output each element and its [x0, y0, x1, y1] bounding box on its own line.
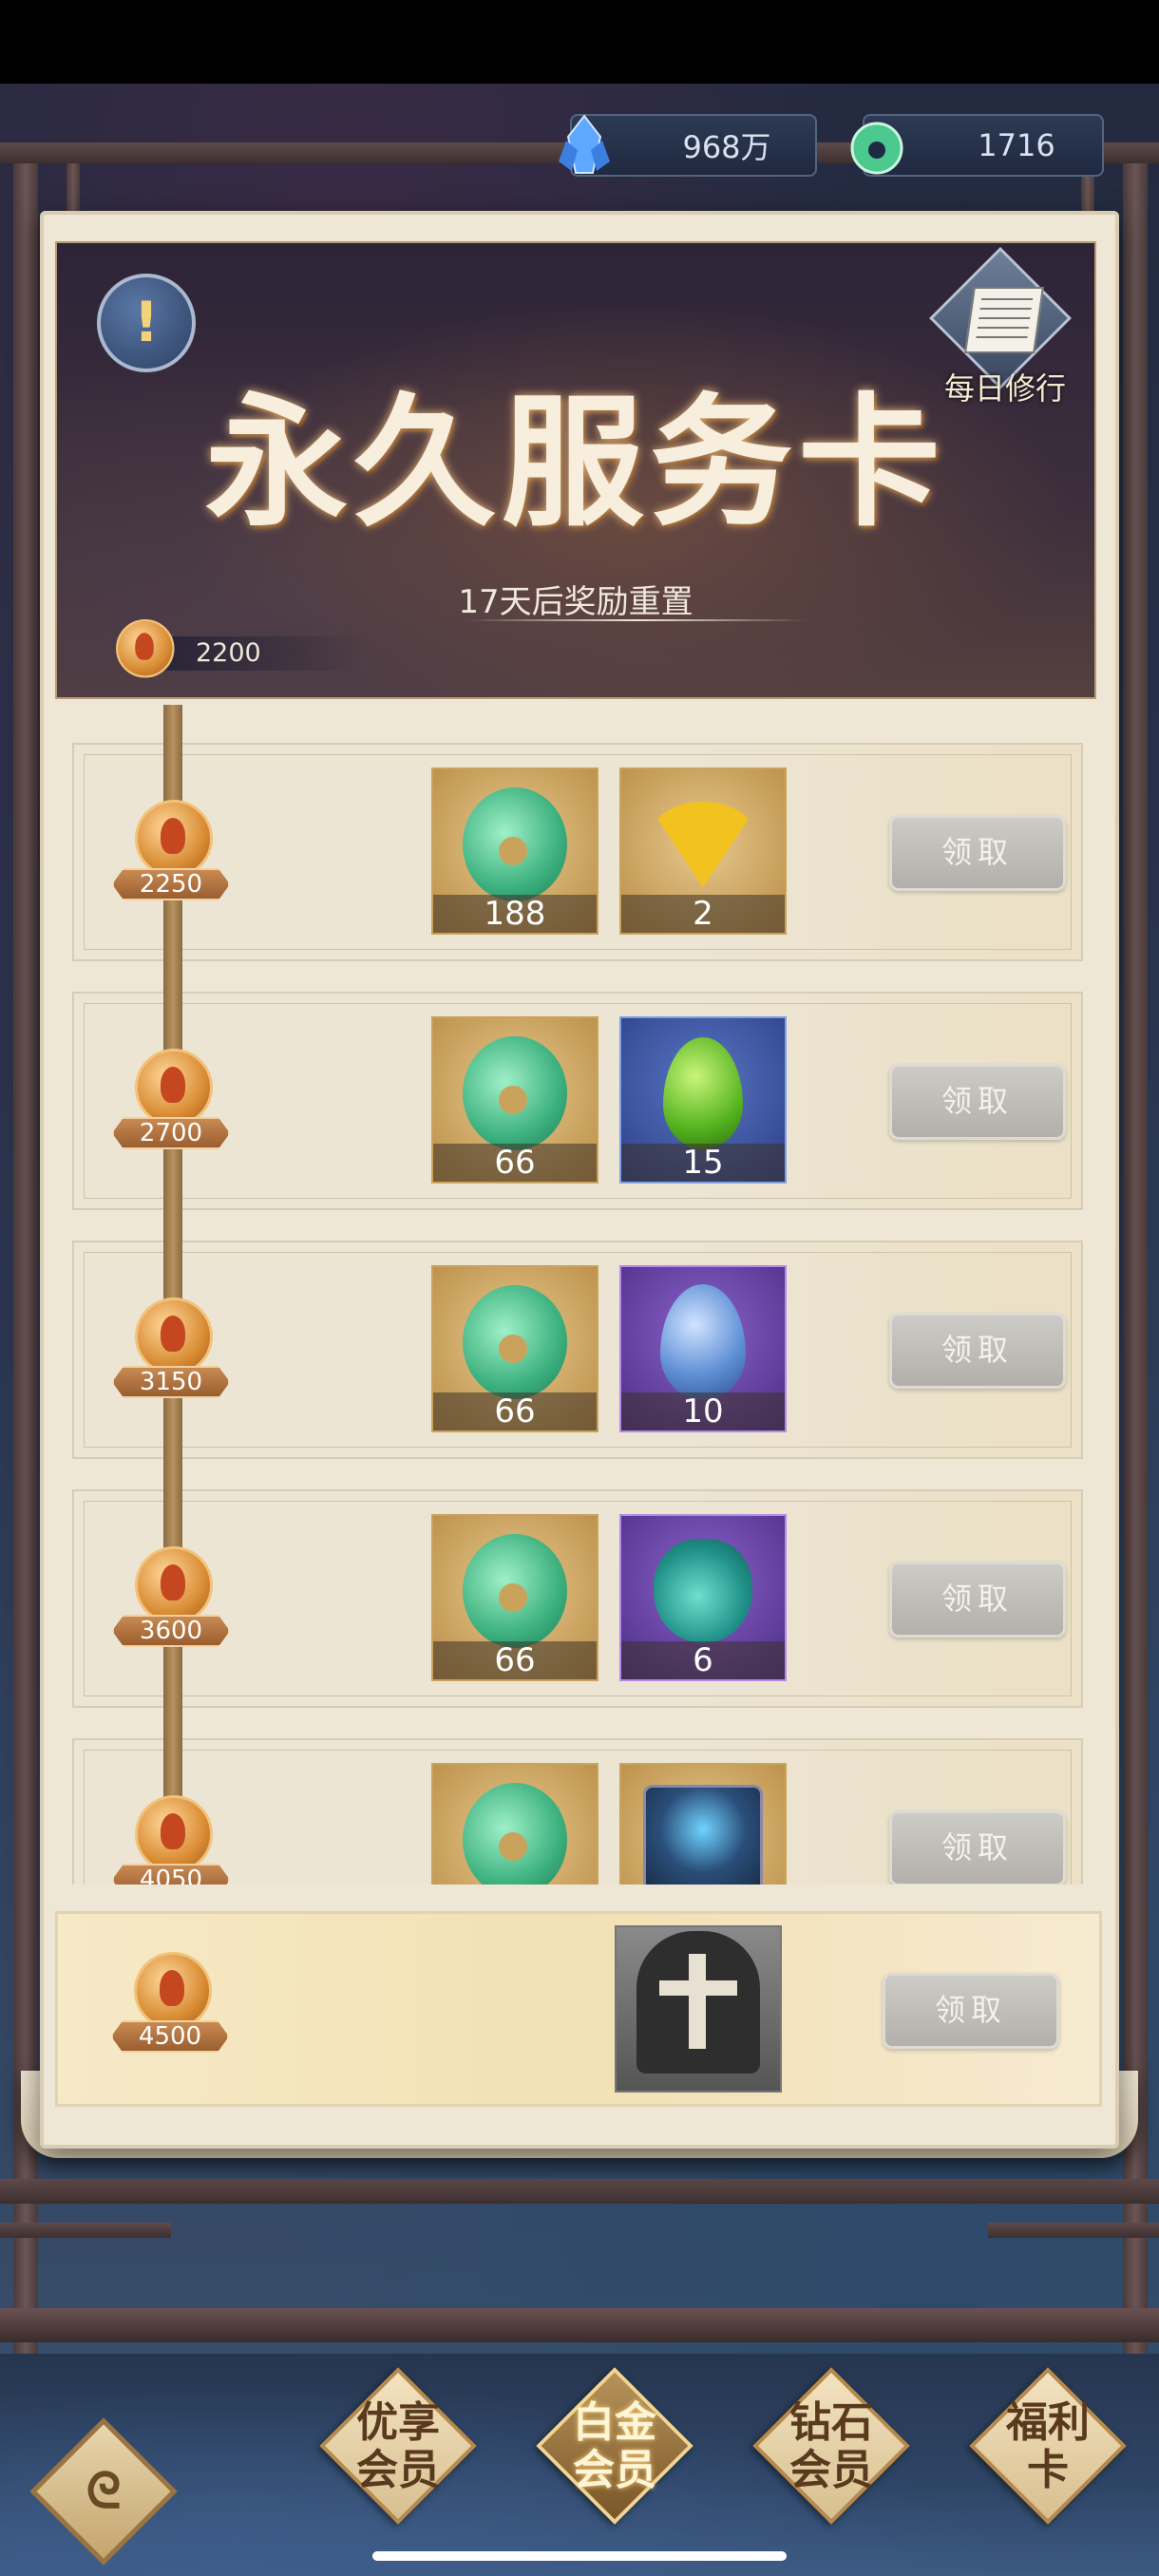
spirit-stone-icon — [660, 1284, 746, 1401]
reset-countdown: 17天后奖励重置 — [458, 583, 694, 621]
reward-item[interactable]: 2 — [619, 767, 787, 935]
final-reward-row: 4500 领取 — [55, 1911, 1102, 2107]
tab-label: 白金 会员 — [573, 2398, 656, 2494]
reward-item[interactable] — [615, 1925, 782, 2093]
milestone-threshold: 3150 — [112, 1366, 230, 1398]
reward-item[interactable]: 66 — [431, 1016, 598, 1184]
green-egg-icon — [663, 1037, 743, 1150]
frame-beam-bottom — [0, 2179, 1159, 2204]
book-icon — [964, 287, 1044, 353]
reward-item[interactable]: 6 — [619, 1514, 787, 1681]
medal-icon — [135, 1546, 213, 1624]
tab-label: 优享 会员 — [356, 2398, 440, 2494]
reward-item[interactable]: 66 — [431, 1265, 598, 1432]
claim-button[interactable]: 领取 — [889, 815, 1066, 891]
reward-item[interactable] — [431, 1763, 598, 1885]
claim-button[interactable]: 领取 — [889, 1562, 1066, 1638]
daily-practice-button[interactable]: 每日修行 — [929, 247, 1072, 412]
milestone-threshold: 3600 — [112, 1615, 230, 1647]
medal-icon — [135, 800, 213, 878]
tab-label: 福利卡 — [1006, 2398, 1090, 2494]
item-quantity: 15 — [621, 1144, 785, 1182]
jade-icon — [463, 1036, 567, 1151]
milestone-medal: 2250 — [112, 800, 230, 904]
medal-icon — [135, 1297, 213, 1375]
item-quantity: 6 — [621, 1641, 785, 1679]
claim-button[interactable]: 领取 — [883, 1973, 1059, 2049]
item-quantity: 188 — [433, 895, 597, 933]
tab-label: 钻石 会员 — [789, 2398, 873, 2494]
jade-icon — [463, 1285, 567, 1400]
milestone-medal: 4500 — [111, 1952, 229, 2056]
frame-post-right — [1123, 142, 1148, 2356]
silhouette-character-icon — [636, 1931, 760, 2074]
jade-icon — [463, 787, 567, 902]
jade-icon — [850, 122, 903, 175]
reward-list[interactable]: 188 2 领取 66 15 领取 66 10 领取 66 6 领取 领取 22… — [55, 705, 1100, 1885]
daily-practice-label: 每日修行 — [943, 370, 1066, 407]
reward-item[interactable]: 188 — [431, 767, 598, 935]
tab-diamond-member[interactable]: 钻石 会员 — [752, 2367, 910, 2525]
jade-icon — [463, 1534, 567, 1649]
claim-button[interactable]: 领取 — [889, 1810, 1066, 1885]
back-icon: ᘓ — [86, 2463, 122, 2520]
home-indicator[interactable] — [372, 2551, 787, 2561]
milestone-medal: 3600 — [112, 1546, 230, 1651]
medal-icon — [99, 619, 184, 698]
tab-welfare-card[interactable]: 福利卡 — [969, 2367, 1127, 2525]
crystal-icon — [559, 114, 610, 174]
milestone-threshold: 2700 — [112, 1117, 230, 1149]
milestone-medal: 3150 — [112, 1297, 230, 1402]
claim-button[interactable]: 领取 — [889, 1064, 1066, 1140]
medal-icon — [134, 1952, 212, 2030]
milestone-threshold: 2250 — [112, 868, 230, 900]
medal-icon — [135, 1795, 213, 1873]
current-points: 2200 — [196, 638, 261, 668]
status-bar — [0, 0, 1159, 84]
reward-item[interactable]: 10 — [619, 1265, 787, 1432]
ginkgo-leaf-icon — [646, 802, 760, 888]
tab-premium-member[interactable]: 优享 会员 — [319, 2367, 477, 2525]
info-button[interactable]: ! — [97, 274, 196, 372]
milestone-threshold: 4050 — [112, 1864, 230, 1885]
reward-item[interactable] — [619, 1763, 787, 1885]
item-quantity: 66 — [433, 1641, 597, 1679]
current-points-badge: 2200 — [99, 619, 365, 686]
item-quantity: 10 — [621, 1392, 785, 1430]
jade-amount: 1716 — [978, 127, 1055, 163]
frame-post-left — [13, 142, 38, 2356]
medal-icon — [135, 1049, 213, 1127]
claim-button[interactable]: 领取 — [889, 1313, 1066, 1389]
item-quantity: 2 — [621, 895, 785, 933]
subtitle-divider — [466, 619, 808, 621]
item-quantity: 66 — [433, 1144, 597, 1182]
jade-icon — [463, 1783, 567, 1885]
reward-item[interactable]: 15 — [619, 1016, 787, 1184]
milestone-medal: 4050 — [112, 1795, 230, 1885]
frame-rail-left — [0, 2223, 171, 2238]
crystal-currency[interactable]: 968万 — [559, 114, 817, 177]
frame-rail-right — [988, 2223, 1159, 2238]
milestone-threshold: 4500 — [111, 2020, 229, 2053]
jade-currency[interactable]: 1716 — [850, 114, 1104, 177]
milestone-medal: 2700 — [112, 1049, 230, 1153]
reward-item[interactable]: 66 — [431, 1514, 598, 1681]
crystal-amount: 968万 — [682, 129, 771, 165]
nav-rail — [0, 2308, 1159, 2342]
tab-platinum-member[interactable]: 白金 会员 — [536, 2367, 694, 2525]
item-quantity: 66 — [433, 1392, 597, 1430]
pouch-icon — [654, 1539, 752, 1644]
treasure-chest-icon — [643, 1785, 763, 1885]
